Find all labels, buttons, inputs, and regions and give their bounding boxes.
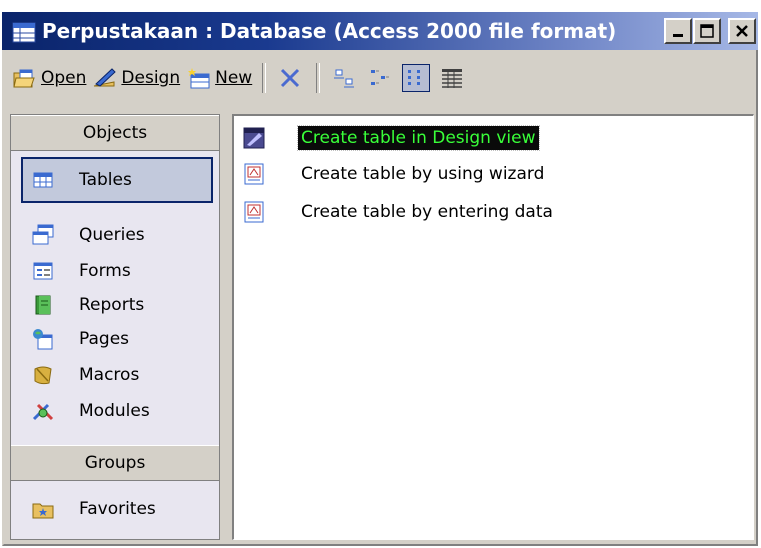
large-icons-icon — [334, 69, 355, 88]
list-item-wizard[interactable]: Create table by using wizard — [242, 158, 547, 190]
delete-button[interactable] — [276, 64, 304, 92]
small-icons-button[interactable] — [366, 64, 394, 92]
object-item-pages[interactable]: Pages — [23, 323, 213, 355]
object-item-reports[interactable]: Reports — [23, 289, 213, 321]
open-button[interactable]: Open — [12, 66, 86, 90]
object-item-forms[interactable]: Forms — [23, 255, 213, 287]
close-icon — [736, 25, 748, 37]
report-icon — [31, 293, 55, 317]
design-view-icon — [242, 126, 266, 150]
object-item-label: Forms — [79, 261, 131, 281]
database-toolbar: Open Design New — [12, 56, 752, 100]
database-window: Open Design New Objects Tables Queries F… — [2, 50, 758, 546]
list-item-label: Create table in Design view — [297, 125, 540, 151]
group-item-label: Favorites — [79, 499, 156, 519]
details-view-button[interactable] — [438, 64, 466, 92]
objects-bar: Objects Tables Queries Forms Reports Pag… — [10, 114, 220, 540]
groups-group-header[interactable]: Groups — [11, 445, 219, 481]
list-icon — [408, 70, 421, 85]
design-button[interactable]: Design — [92, 66, 180, 90]
datasheet-icon — [242, 200, 266, 224]
list-view-button[interactable] — [402, 64, 431, 92]
new-button[interactable]: New — [186, 66, 252, 90]
list-item-label: Create table by entering data — [301, 202, 553, 222]
objects-group-header[interactable]: Objects — [11, 115, 219, 151]
page-icon — [31, 327, 55, 351]
group-item-favorites[interactable]: Favorites — [23, 493, 213, 525]
new-label: New — [215, 68, 253, 88]
object-item-label: Tables — [79, 170, 132, 190]
toolbar-separator — [316, 63, 321, 93]
object-item-macros[interactable]: Macros — [23, 359, 213, 391]
list-item-label: Create table by using wizard — [301, 164, 545, 184]
open-label: Open — [41, 68, 87, 88]
object-list[interactable]: Create table in Design view Create table… — [232, 114, 754, 540]
list-item-design-view[interactable]: Create table in Design view — [242, 122, 540, 154]
form-icon — [31, 259, 55, 283]
object-item-label: Macros — [79, 365, 140, 385]
object-item-label: Modules — [79, 401, 150, 421]
object-item-modules[interactable]: Modules — [23, 395, 213, 427]
toolbar-separator — [262, 63, 267, 93]
open-icon — [12, 66, 38, 90]
details-icon — [442, 69, 463, 88]
window-title: Perpustakaan : Database (Access 2000 fil… — [42, 19, 617, 43]
minimize-button[interactable] — [664, 18, 692, 44]
macro-icon — [31, 363, 55, 387]
favorites-folder-icon — [31, 497, 55, 521]
table-icon — [31, 168, 55, 192]
title-bar[interactable]: Perpustakaan : Database (Access 2000 fil… — [2, 12, 758, 50]
design-label: Design — [121, 68, 181, 88]
query-icon — [31, 223, 55, 247]
maximize-icon — [700, 24, 714, 38]
large-icons-button[interactable] — [330, 64, 358, 92]
object-item-queries[interactable]: Queries — [23, 219, 213, 251]
object-item-label: Queries — [79, 225, 145, 245]
maximize-button[interactable] — [693, 18, 721, 44]
wizard-icon — [242, 162, 266, 186]
object-item-label: Pages — [79, 329, 130, 349]
object-item-tables[interactable]: Tables — [21, 157, 213, 203]
database-app-icon — [12, 20, 38, 44]
module-icon — [31, 399, 55, 423]
object-item-label: Reports — [79, 295, 145, 315]
list-item-entering-data[interactable]: Create table by entering data — [242, 196, 556, 228]
close-button[interactable] — [728, 18, 756, 44]
delete-icon — [281, 68, 300, 88]
minimize-icon — [673, 34, 683, 37]
design-icon — [92, 66, 118, 90]
small-icons-icon — [371, 70, 390, 85]
new-icon — [186, 66, 212, 90]
